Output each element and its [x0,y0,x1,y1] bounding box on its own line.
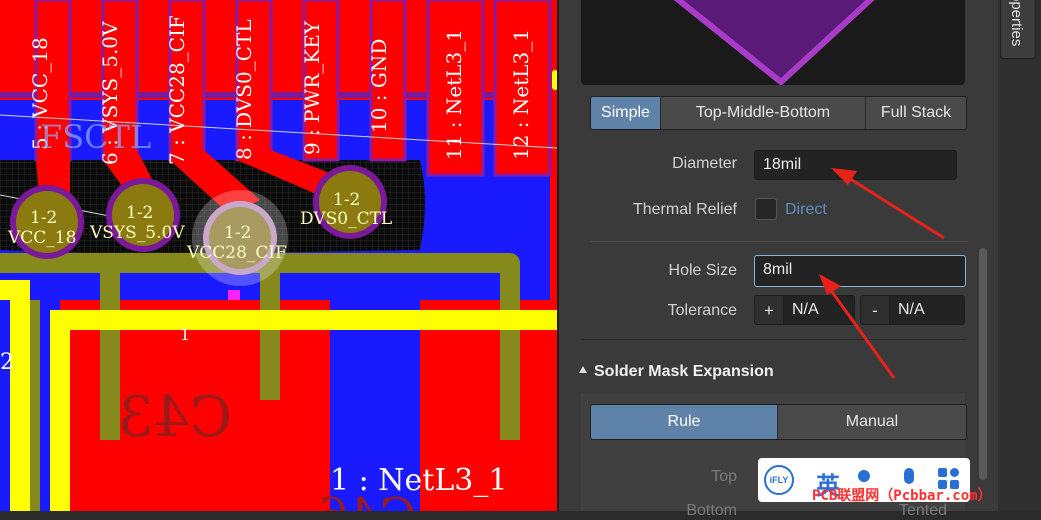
via-num: 1-2 [224,223,252,243]
via-num: 1-2 [30,208,58,228]
via-net: VCC28_CIF [187,243,287,263]
properties-side-tab[interactable]: Properties [1000,0,1036,59]
silk-pin1: 1 [180,325,191,344]
silk-c43: C43 [118,385,233,450]
bottom-net-label: 1 : NetL3_1 [330,463,508,498]
ifly-logo-icon[interactable]: iFLY [764,465,794,495]
pcb-canvas[interactable]: 5 : VCC_18 6 : VSYS_5.0V 7 : VCC28_CIF 8… [0,0,557,511]
pin-label: 9 : PWR_KEY [300,21,324,155]
via-num: 1-2 [333,190,361,210]
pin-label: 11 : NetL3_1 [442,28,466,160]
pin-label: 8 : DVS0_CTL [232,19,256,160]
via-num: 1-2 [126,203,154,223]
pin-label: 10 : GND [367,38,391,133]
via-net: VCC_18 [8,228,77,248]
silk-pin2: 2 [0,350,14,375]
via-net: VSYS_5.0V [90,223,185,243]
pin-label: 7 : VCC28_CIF [165,15,189,165]
pin-label: 12 : NetL3_1 [509,28,533,160]
right-dock-strip [998,0,1041,511]
punctuation-icon[interactable] [858,470,870,482]
watermark: PCB联盟网（Pcbbar.com） [812,488,992,504]
side-tab-label: Properties [1008,0,1025,47]
microphone-icon[interactable] [904,468,914,484]
properties-panel: Simple Top-Middle-Bottom Full Stack Diam… [557,0,998,519]
via-net: DVS0_CTL [300,209,393,229]
silk-fsctl: FSCTL [40,118,152,156]
annotation-arrows [819,168,945,379]
